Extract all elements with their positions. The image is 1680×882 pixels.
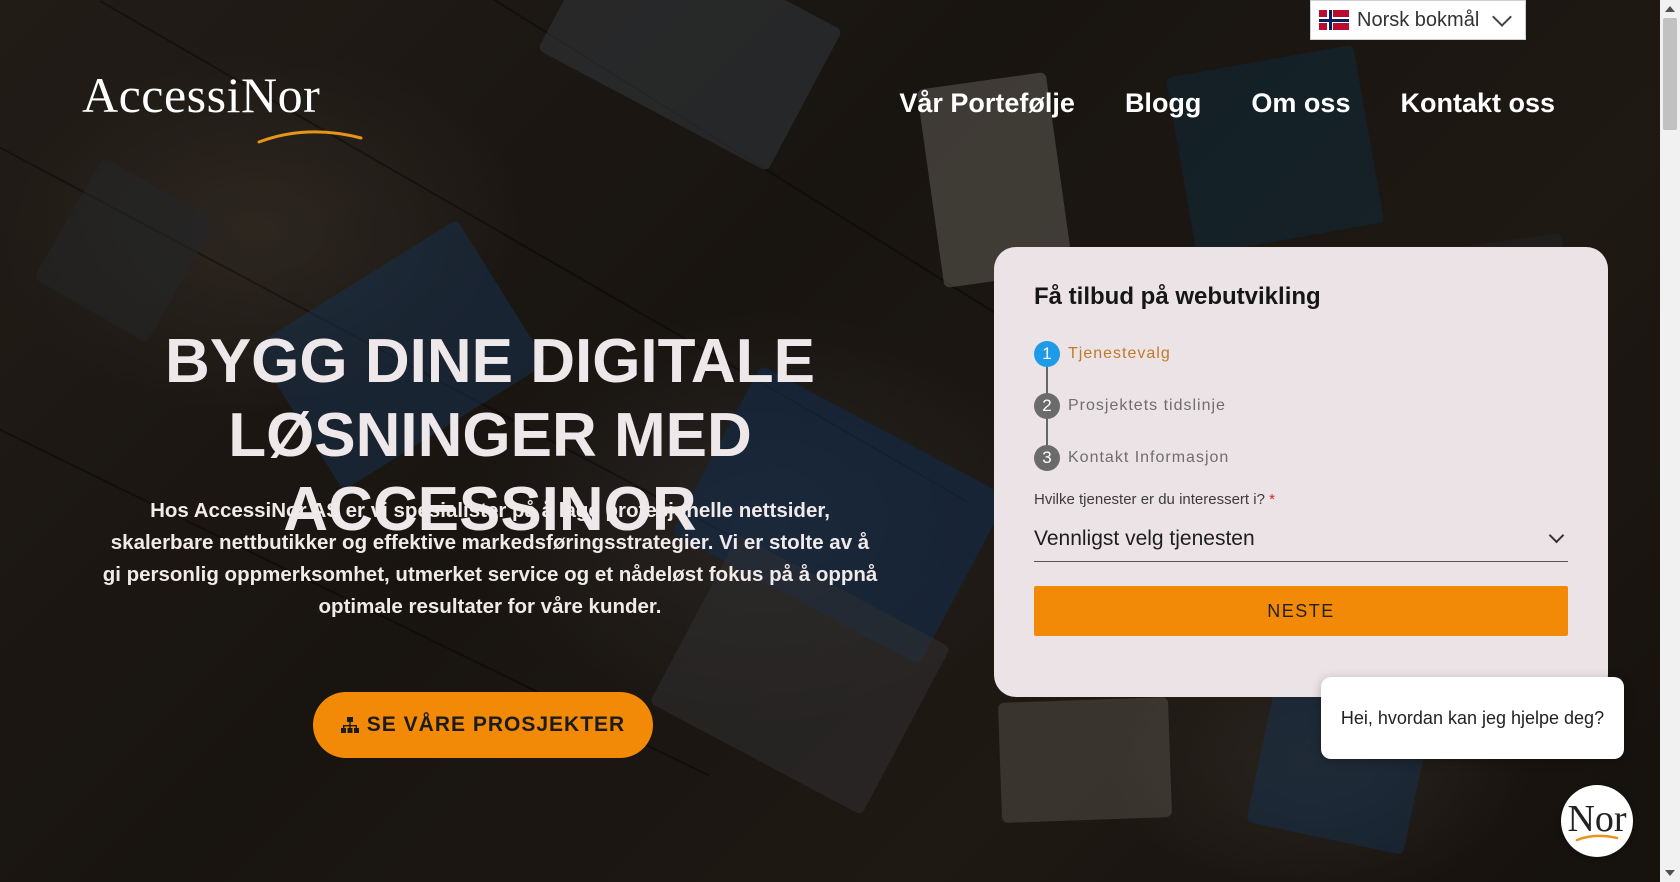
hero-title-line-1: BYGG DINE DIGITALE (165, 327, 815, 396)
hero-description: Hos AccessiNor AS er vi spesialister på … (102, 499, 878, 618)
chat-greeting-bubble[interactable]: Hei, hvordan kan jeg hjelpe deg? (1321, 677, 1624, 759)
logo-text: AccessiNor (82, 67, 321, 123)
language-label: Norsk bokmål (1357, 8, 1480, 31)
chevron-down-icon (1548, 527, 1565, 544)
scroll-up-arrow-icon[interactable] (1665, 6, 1675, 12)
chat-greeting-text: Hei, hvordan kan jeg hjelpe deg? (1340, 707, 1605, 728)
step-label: Kontakt Informasjon (1068, 449, 1230, 466)
site-logo[interactable]: AccessiNor (82, 67, 363, 144)
logo-swoosh-icon (1575, 834, 1619, 842)
chevron-down-icon (1492, 7, 1512, 27)
language-selector[interactable]: Norsk bokmål (1310, 0, 1526, 40)
step-project-timeline: 2 Prosjektets tidslinje (1034, 393, 1568, 419)
services-question-label: Hvilke tjenester er du interessert i? * (1034, 491, 1275, 508)
services-select[interactable]: Vennligst velg tjenesten (1034, 516, 1568, 562)
nav-item-contact[interactable]: Kontakt oss (1400, 88, 1555, 119)
main-nav: Vår Portefølje Blogg Om oss Kontakt oss (899, 88, 1555, 119)
next-button[interactable]: NESTE (1034, 586, 1568, 636)
step-label: Tjenestevalg (1068, 345, 1171, 362)
step-number: 2 (1034, 393, 1060, 419)
scroll-down-arrow-icon[interactable] (1665, 870, 1675, 876)
scrollbar-thumb[interactable] (1663, 18, 1677, 130)
form-steps: 1 Tjenestevalg 2 Prosjektets tidslinje 3… (1034, 341, 1568, 471)
quote-form-card: Få tilbud på webutvikling 1 Tjenestevalg… (994, 247, 1608, 697)
see-projects-label: SE VÅRE PROSJEKTER (366, 713, 626, 736)
required-marker: * (1269, 491, 1275, 508)
see-projects-button[interactable]: SE VÅRE PROSJEKTER (313, 692, 653, 758)
page: Norsk bokmål AccessiNor Vår Portefølje B… (0, 0, 1680, 882)
step-number: 3 (1034, 445, 1060, 471)
nav-item-portfolio[interactable]: Vår Portefølje (899, 88, 1075, 119)
step-label: Prosjektets tidslinje (1068, 397, 1226, 414)
norway-flag-icon (1319, 10, 1349, 30)
step-number: 1 (1034, 341, 1060, 367)
logo-swoosh-icon (257, 130, 363, 144)
sitemap-icon (340, 717, 359, 733)
services-select-value: Vennligst velg tjenesten (1034, 526, 1255, 550)
nav-item-blog[interactable]: Blogg (1125, 88, 1201, 119)
nav-item-about[interactable]: Om oss (1251, 88, 1350, 119)
step-service-selection: 1 Tjenestevalg (1034, 341, 1568, 367)
page-scrollbar[interactable] (1660, 0, 1680, 882)
chat-launcher-button[interactable]: Nor (1561, 785, 1633, 857)
form-title: Få tilbud på webutvikling (1034, 283, 1321, 310)
step-contact-information: 3 Kontakt Informasjon (1034, 445, 1568, 471)
